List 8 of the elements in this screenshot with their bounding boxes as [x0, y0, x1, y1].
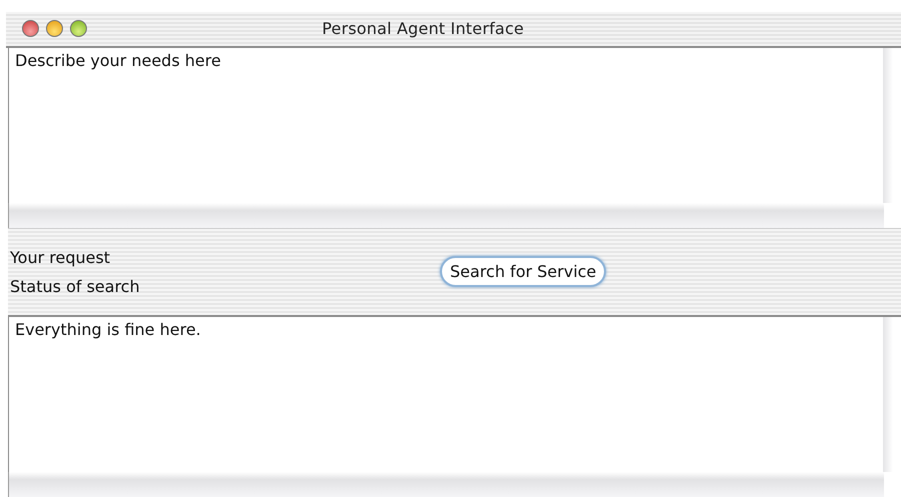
text-area[interactable]: Describe your needs here [8, 48, 883, 203]
zoom-button[interactable] [70, 20, 87, 38]
search-button[interactable]: Search for Service [440, 256, 606, 288]
label: Your request [10, 248, 112, 267]
label: Status of search [10, 276, 141, 296]
minimize-button[interactable] [46, 20, 63, 38]
window-title: Personal Agent Interface [322, 19, 524, 38]
close-button[interactable] [22, 20, 39, 38]
